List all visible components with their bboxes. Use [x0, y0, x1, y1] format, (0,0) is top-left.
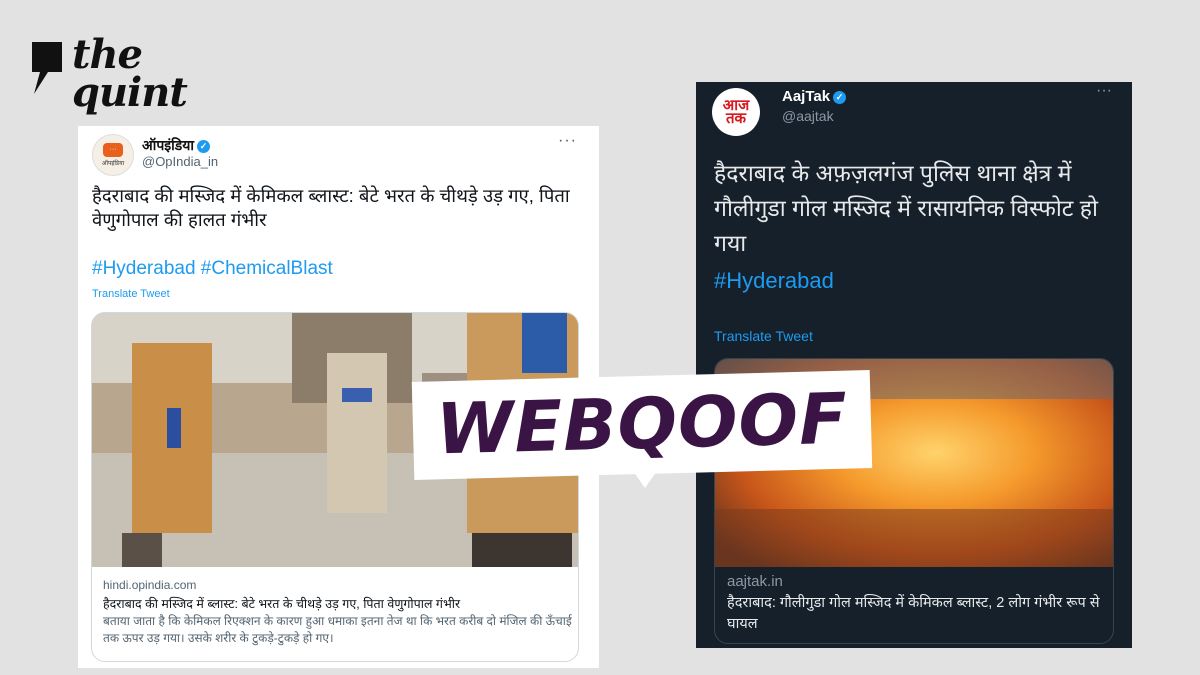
preview-domain: hindi.opindia.com [103, 578, 197, 592]
tweet-text: हैदराबाद के अफ़ज़लगंज पुलिस थाना क्षेत्र… [714, 160, 1098, 256]
preview-description: बताया जाता है कि केमिकल रिएक्शन के कारण … [103, 614, 572, 645]
author-name[interactable]: AajTak ✓ [782, 88, 847, 105]
avatar-caption: ऑपइंडिया [101, 161, 125, 167]
preview-title: हैदराबाद की मस्जिद में ब्लास्ट: बेटे भरत… [103, 597, 461, 611]
more-options-icon[interactable]: ··· [558, 132, 577, 150]
author-name-text: AajTak [782, 88, 831, 105]
aajtak-logo: आज तक [722, 97, 750, 127]
author-handle[interactable]: @OpIndia_in [142, 154, 218, 169]
preview-caption: aajtak.in हैदराबाद: गौलीगुडा गोल मस्जिद … [727, 573, 1107, 635]
preview-title: हैदराबाद: गौलीगुडा गोल मस्जिद में केमिकल… [727, 595, 1100, 632]
banner-speech-tail [631, 468, 659, 488]
translate-tweet-link[interactable]: Translate Tweet [714, 328, 813, 344]
verified-badge-icon: ✓ [833, 90, 847, 104]
author-name[interactable]: ऑपइंडिया ✓ [142, 136, 211, 155]
banner-title: WEBQOOF [435, 377, 849, 471]
opindia-avatar[interactable]: ··· ऑपइंडिया [92, 134, 134, 176]
webqoof-banner: WEBQOOF [411, 370, 873, 506]
hashtags[interactable]: #Hyderabad #ChemicalBlast [92, 258, 333, 280]
preview-domain: aajtak.in [727, 573, 783, 590]
quote-bubble-icon [32, 42, 62, 94]
aajtak-avatar[interactable]: आज तक [712, 88, 760, 136]
author-name-text: ऑपइंडिया [142, 137, 195, 153]
author-handle[interactable]: @aajtak [782, 108, 834, 124]
translate-tweet-link[interactable]: Translate Tweet [92, 288, 170, 300]
verified-badge-icon: ✓ [197, 139, 211, 153]
aajtak-tweet-card[interactable]: आज तक AajTak ✓ @aajtak ··· हैदराबाद के अफ… [696, 82, 1132, 648]
preview-caption: hindi.opindia.com हैदराबाद की मस्जिद में… [103, 578, 573, 647]
more-options-icon[interactable]: ··· [1096, 82, 1112, 100]
logo-wordmark: the quint [72, 35, 188, 116]
tweet-text: हैदराबाद की मस्जिद में केमिकल ब्लास्ट: ब… [92, 185, 570, 230]
the-quint-logo: the quint [28, 35, 198, 136]
logo-line-quint: quint [72, 69, 188, 116]
hashtags[interactable]: #Hyderabad [714, 268, 834, 294]
chat-bubble-icon: ··· [103, 143, 123, 157]
